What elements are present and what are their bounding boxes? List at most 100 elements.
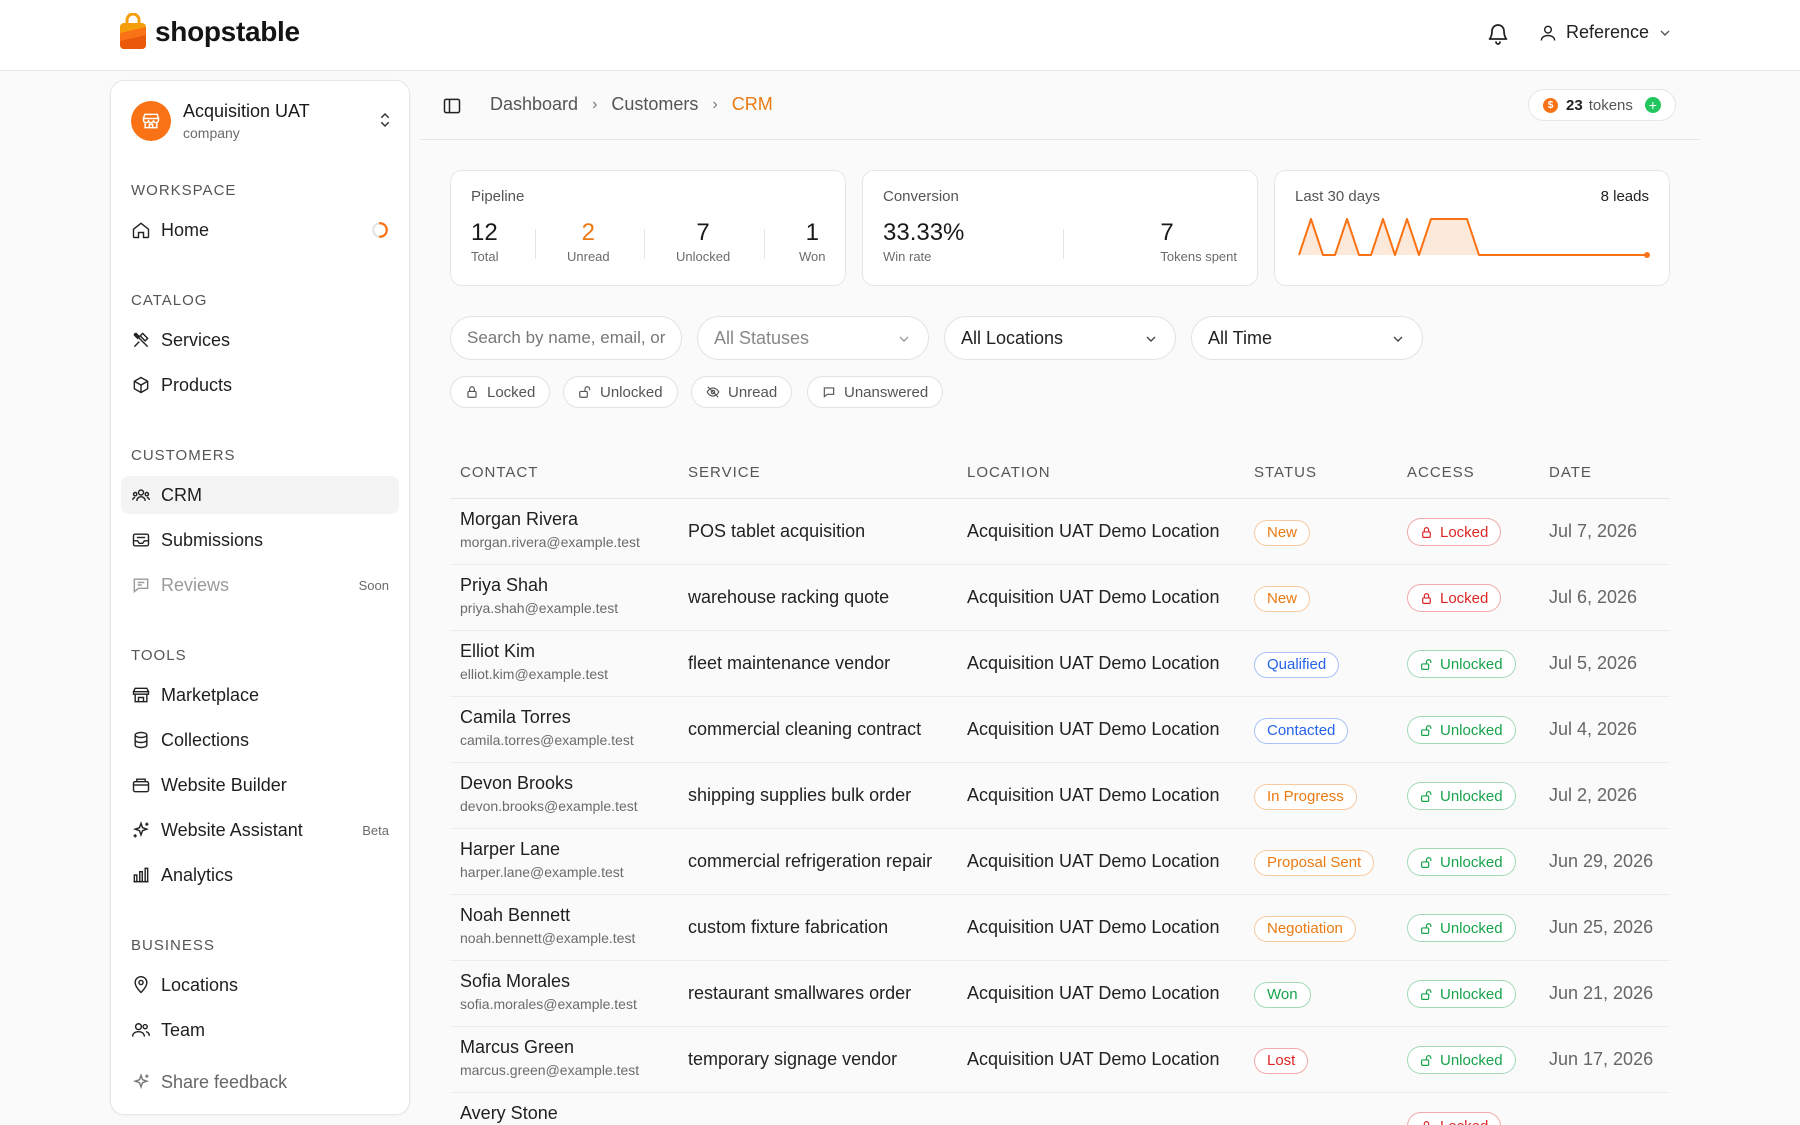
column-header-location[interactable]: LOCATION (967, 464, 1051, 481)
table-row[interactable]: Avery Stone Locked (450, 1093, 1670, 1125)
sidebar-item-locations[interactable]: Locations (121, 966, 399, 1004)
access-cell: Unlocked (1407, 914, 1516, 942)
filter-chip-locked[interactable]: Locked (450, 376, 551, 408)
share-feedback-button[interactable]: Share feedback (121, 1063, 399, 1101)
status-cell: Lost (1254, 1048, 1309, 1074)
notifications-button[interactable] (1486, 22, 1510, 51)
sidebar-item-website-builder[interactable]: Website Builder (121, 766, 399, 804)
access-badge[interactable]: Unlocked (1407, 914, 1516, 942)
location-cell: Acquisition UAT Demo Location (967, 785, 1220, 805)
contact-name[interactable]: Camila Torres (460, 707, 634, 728)
location-cell: Acquisition UAT Demo Location (967, 653, 1220, 673)
contact-name[interactable]: Devon Brooks (460, 773, 638, 794)
conversion-card: Conversion 33.33% Win rate 7 Tokens spen… (862, 170, 1258, 286)
sidebar-item-website-assistant[interactable]: Website Assistant Beta (121, 811, 399, 849)
users-icon (131, 1020, 151, 1040)
filter-chip-unread[interactable]: Unread (691, 376, 793, 408)
sidebar-item-reviews[interactable]: Reviews Soon (121, 566, 399, 604)
sidebar-item-analytics[interactable]: Analytics (121, 856, 399, 894)
access-badge[interactable]: Unlocked (1407, 716, 1516, 744)
user-menu[interactable]: Reference (1538, 22, 1673, 43)
table-row[interactable]: Priya Shah priya.shah@example.test warehou… (450, 565, 1670, 631)
last-30-days-card: Last 30 days 8 leads (1274, 170, 1670, 286)
sidebar: Acquisition UAT company WORKSPACE Home C… (110, 80, 410, 1115)
sidebar-item-team[interactable]: Team (121, 1011, 399, 1049)
status-cell: New (1254, 586, 1311, 612)
add-tokens-icon[interactable]: + (1644, 97, 1661, 113)
access-badge[interactable]: Unlocked (1407, 980, 1516, 1008)
service-cell: commercial refrigeration repair (688, 851, 933, 871)
table-row[interactable]: Elliot Kim elliot.kim@example.test fleet m… (450, 631, 1670, 697)
chip-label: Unread (728, 383, 778, 401)
section-catalog: CATALOG (131, 292, 208, 309)
table-row[interactable]: Sofia Morales sofia.morales@example.test r… (450, 961, 1670, 1027)
access-label: Locked (1440, 1118, 1488, 1125)
stat-won-value: 1 (805, 219, 819, 246)
sidebar-item-label: Analytics (161, 864, 234, 885)
column-header-access[interactable]: ACCESS (1407, 464, 1475, 481)
filter-chip-unanswered[interactable]: Unanswered (807, 376, 944, 408)
sidebar-item-products[interactable]: Products (121, 366, 399, 404)
contact-name[interactable]: Avery Stone (460, 1103, 558, 1124)
sparkles-icon (131, 820, 151, 840)
column-header-status[interactable]: STATUS (1254, 464, 1317, 481)
sidebar-item-collections[interactable]: Collections (121, 721, 399, 759)
breadcrumb-dashboard[interactable]: Dashboard (490, 94, 578, 115)
contact-cell: Priya Shah priya.shah@example.test (460, 575, 618, 616)
coin-icon: $ (1543, 97, 1558, 113)
access-badge[interactable]: Unlocked (1407, 1046, 1516, 1074)
table-row[interactable]: Morgan Rivera morgan.rivera@example.test P… (450, 499, 1670, 565)
contact-name[interactable]: Marcus Green (460, 1037, 639, 1058)
company-switcher[interactable]: Acquisition UAT company (131, 101, 391, 157)
access-badge[interactable]: Unlocked (1407, 782, 1516, 810)
status-select[interactable]: All Statuses (697, 316, 929, 360)
column-header-contact[interactable]: CONTACT (460, 464, 538, 481)
contact-name[interactable]: Priya Shah (460, 575, 618, 596)
access-badge[interactable]: Locked (1407, 518, 1502, 546)
sidebar-item-crm[interactable]: CRM (121, 476, 399, 514)
breadcrumb-customers[interactable]: Customers (611, 94, 698, 115)
toggle-sidebar-button[interactable] (442, 96, 462, 121)
search-input[interactable]: Search by name, email, or (450, 316, 682, 360)
contact-name[interactable]: Elliot Kim (460, 641, 608, 662)
section-business: BUSINESS (131, 937, 215, 954)
access-badge[interactable]: Locked (1407, 1112, 1502, 1125)
contact-name[interactable]: Harper Lane (460, 839, 624, 860)
column-header-date[interactable]: DATE (1549, 464, 1592, 481)
time-select-value: All Time (1208, 327, 1273, 348)
brand[interactable]: shopstable (118, 13, 300, 51)
access-badge[interactable]: Unlocked (1407, 848, 1516, 876)
location-select[interactable]: All Locations (944, 316, 1176, 360)
access-cell: Locked (1407, 518, 1502, 546)
table-row[interactable]: Noah Bennett noah.bennett@example.test cus… (450, 895, 1670, 961)
stat-won: 1 Won (799, 219, 826, 264)
sidebar-item-services[interactable]: Services (121, 321, 399, 359)
token-balance[interactable]: $ 23 tokens + (1528, 89, 1676, 121)
table-row[interactable]: Devon Brooks devon.brooks@example.test shi… (450, 763, 1670, 829)
status-badge: Proposal Sent (1254, 850, 1375, 876)
location-cell: Acquisition UAT Demo Location (967, 587, 1220, 607)
sidebar-item-home[interactable]: Home (121, 211, 399, 249)
beta-badge: Beta (362, 822, 389, 838)
access-label: Locked (1440, 589, 1489, 607)
stat-unread: 2 Unread (567, 219, 610, 264)
sidebar-item-submissions[interactable]: Submissions (121, 521, 399, 559)
filter-chip-unlocked[interactable]: Unlocked (563, 376, 678, 408)
table-row[interactable]: Camila Torres camila.torres@example.test c… (450, 697, 1670, 763)
table-row[interactable]: Harper Lane harper.lane@example.test comme… (450, 829, 1670, 895)
contact-name[interactable]: Sofia Morales (460, 971, 637, 992)
sidebar-item-label: Website Builder (161, 774, 287, 795)
breadcrumb: Dashboard › Customers › CRM (490, 94, 773, 115)
access-label: Locked (1440, 523, 1489, 541)
sidebar-item-label: Submissions (161, 529, 264, 550)
time-select[interactable]: All Time (1191, 316, 1423, 360)
access-badge[interactable]: Locked (1407, 584, 1502, 612)
contact-cell: Marcus Green marcus.green@example.test (460, 1037, 639, 1078)
contact-name[interactable]: Noah Bennett (460, 905, 635, 926)
access-badge[interactable]: Unlocked (1407, 650, 1516, 678)
sidebar-item-label: Share feedback (161, 1071, 288, 1092)
column-header-service[interactable]: SERVICE (688, 464, 761, 481)
table-row[interactable]: Marcus Green marcus.green@example.test tem… (450, 1027, 1670, 1093)
sidebar-item-marketplace[interactable]: Marketplace (121, 676, 399, 714)
contact-name[interactable]: Morgan Rivera (460, 509, 640, 530)
